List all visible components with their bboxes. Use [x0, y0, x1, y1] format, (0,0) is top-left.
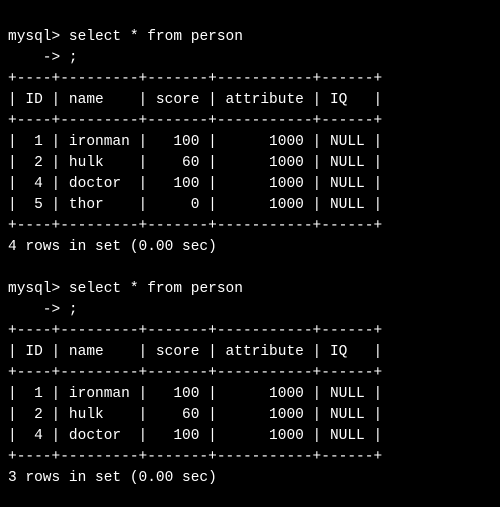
sql-query-text: select * from person [69, 281, 243, 297]
sql-query-text: select * from person [69, 29, 243, 45]
mysql-prompt: mysql> [8, 29, 60, 45]
table-border-head: +----+---------+-------+-----------+----… [8, 365, 382, 381]
table-border-top: +----+---------+-------+-----------+----… [8, 323, 382, 339]
sql-semicolon: ; [69, 50, 78, 66]
table-body-2: | 1 | ironman | 100 | 1000 | NULL | | 2 … [8, 386, 382, 444]
query-line-2: -> ; [8, 50, 78, 66]
mysql-continuation-prompt: -> [8, 302, 60, 318]
mysql-prompt: mysql> [8, 281, 60, 297]
table-header-row: | ID | name | score | attribute | IQ | [8, 344, 382, 360]
table-border-bottom: +----+---------+-------+-----------+----… [8, 449, 382, 465]
table-header-row: | ID | name | score | attribute | IQ | [8, 92, 382, 108]
terminal-output: mysql> select * from person -> ; +----+-… [0, 0, 500, 495]
table-body-1: | 1 | ironman | 100 | 1000 | NULL | | 2 … [8, 134, 382, 213]
mysql-continuation-prompt: -> [8, 50, 60, 66]
table-border-top: +----+---------+-------+-----------+----… [8, 71, 382, 87]
result-summary-2: 3 rows in set (0.00 sec) [8, 470, 217, 486]
table-border-head: +----+---------+-------+-----------+----… [8, 113, 382, 129]
query-line-1b: mysql> select * from person [8, 281, 243, 297]
sql-semicolon: ; [69, 302, 78, 318]
result-summary-1: 4 rows in set (0.00 sec) [8, 239, 217, 255]
query-line-2b: -> ; [8, 302, 78, 318]
query-line-1: mysql> select * from person [8, 29, 243, 45]
table-border-bottom: +----+---------+-------+-----------+----… [8, 218, 382, 234]
